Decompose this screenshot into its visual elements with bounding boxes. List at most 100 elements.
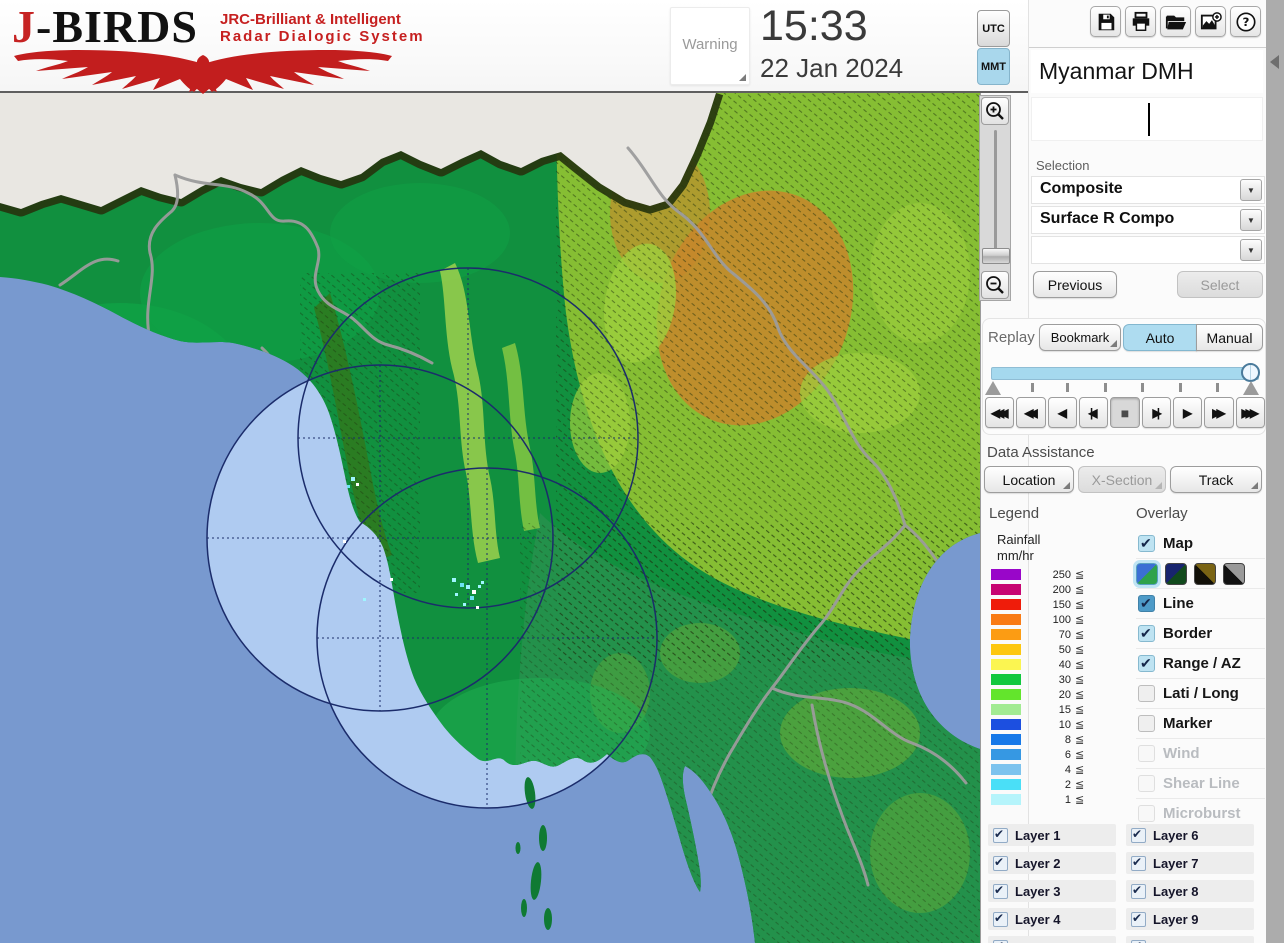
layer-row: ✔Layer 9 — [1126, 908, 1254, 930]
play-button[interactable]: ▶ — [1173, 397, 1202, 428]
overlay-item-label: Lati / Long — [1163, 685, 1239, 702]
layer-checkbox[interactable]: ✔ — [993, 912, 1008, 927]
data-assistance-section: Data Assistance Location X-Section Track — [982, 444, 1266, 500]
select-button[interactable]: Select — [1177, 271, 1263, 298]
map-style-swatch-3[interactable] — [1194, 563, 1216, 585]
print-icon[interactable] — [1125, 6, 1156, 37]
checkbox-marker[interactable] — [1138, 715, 1155, 732]
transport-controls: ◀◀◀◀◀◀|◀■▶|▶▶▶▶▶▶ — [985, 397, 1265, 428]
legend-value: 40 — [1025, 659, 1071, 671]
help-icon[interactable]: ? — [1230, 6, 1261, 37]
selection-dropdown-3[interactable]: ▼ — [1031, 236, 1265, 264]
zoom-out-icon[interactable] — [981, 271, 1009, 299]
zoom-slider-track[interactable] — [994, 130, 997, 260]
zoom-slider-thumb[interactable] — [982, 248, 1010, 264]
jbirds-app: J-BIRDS JRC-Brilliant & Intelligent Rada… — [0, 0, 1284, 943]
timezone-mmt-button[interactable]: MMT — [977, 48, 1010, 85]
overlay-item-label: Border — [1163, 625, 1212, 642]
chevron-down-icon[interactable]: ▼ — [1240, 209, 1262, 231]
replay-section: Replay Bookmark Auto Manual ◀◀◀◀◀◀|◀■▶|▶… — [982, 318, 1266, 435]
replay-slider-track[interactable] — [991, 367, 1259, 380]
timezone-utc-button[interactable]: UTC — [977, 10, 1010, 47]
legend-swatch — [991, 704, 1021, 715]
map-style-swatches — [1136, 558, 1265, 588]
legend-value: 200 — [1025, 584, 1071, 596]
slider-start-marker[interactable] — [985, 381, 1001, 395]
manual-button[interactable]: Manual — [1196, 324, 1263, 351]
chevron-down-icon[interactable]: ▼ — [1240, 179, 1262, 201]
legend-item: 50≦ — [985, 642, 1084, 657]
legend-suffix: ≦ — [1075, 568, 1084, 581]
checkbox-map[interactable]: ✔ — [1138, 535, 1155, 552]
clock-time: 15:33 — [760, 2, 868, 51]
step-back-button[interactable]: |◀ — [1079, 397, 1108, 428]
bookmark-button[interactable]: Bookmark — [1039, 324, 1121, 351]
legend-swatch — [991, 569, 1021, 580]
track-button[interactable]: Track — [1170, 466, 1262, 493]
collapse-panel-icon[interactable] — [1270, 55, 1279, 69]
selection-label: Selection — [1036, 158, 1089, 173]
forward-button[interactable]: ▶▶ — [1204, 397, 1233, 428]
layer-checkbox[interactable]: ✔ — [1131, 856, 1146, 871]
legend-swatch — [991, 644, 1021, 655]
legend-swatch — [991, 629, 1021, 640]
layer-checkbox[interactable]: ✔ — [1131, 912, 1146, 927]
add-image-icon[interactable] — [1195, 6, 1226, 37]
slider-end-marker[interactable] — [1243, 381, 1259, 395]
save-icon[interactable] — [1090, 6, 1121, 37]
chevron-down-icon[interactable]: ▼ — [1240, 239, 1262, 261]
layer-checkbox[interactable]: ✔ — [993, 856, 1008, 871]
checkbox-line[interactable]: ✔ — [1138, 595, 1155, 612]
checkbox-lati-long[interactable] — [1138, 685, 1155, 702]
overlay-item: Lati / Long — [1136, 678, 1265, 708]
layer-row: ✔Layer 6 — [1126, 824, 1254, 846]
eagle-logo-icon — [8, 48, 398, 94]
checkbox-range-az[interactable]: ✔ — [1138, 655, 1155, 672]
radar-map[interactable] — [0, 93, 980, 943]
legend-swatch — [991, 674, 1021, 685]
layer-checkbox[interactable]: ✔ — [1131, 940, 1146, 943]
open-folder-icon[interactable] — [1160, 6, 1191, 37]
legend-suffix: ≦ — [1075, 628, 1084, 641]
legend-value: 15 — [1025, 704, 1071, 716]
previous-button[interactable]: Previous — [1033, 271, 1117, 298]
overlay-item-label: Microburst — [1163, 805, 1241, 822]
layer-checkbox[interactable]: ✔ — [993, 828, 1008, 843]
overlay-item: ✔Line — [1136, 588, 1265, 618]
legend-swatch — [991, 779, 1021, 790]
layer-checkbox[interactable]: ✔ — [993, 940, 1008, 943]
logo-subtitle: JRC-Brilliant & Intelligent Radar Dialog… — [220, 11, 425, 45]
warning-button[interactable]: Warning — [670, 7, 750, 85]
site-input[interactable] — [1031, 97, 1263, 141]
legend-value: 4 — [1025, 764, 1071, 776]
replay-slider-thumb[interactable] — [1241, 363, 1260, 382]
layer-checkbox[interactable]: ✔ — [993, 884, 1008, 899]
legend-value: 6 — [1025, 749, 1071, 761]
stop-button[interactable]: ■ — [1110, 397, 1139, 428]
legend-suffix: ≦ — [1075, 733, 1084, 746]
site-name: Myanmar DMH — [1031, 50, 1263, 93]
location-button[interactable]: Location — [984, 466, 1074, 493]
play-backward-button[interactable]: ◀ — [1048, 397, 1077, 428]
layer-checkbox[interactable]: ✔ — [1131, 828, 1146, 843]
step-forward-button[interactable]: ▶| — [1142, 397, 1171, 428]
checkbox-border[interactable]: ✔ — [1138, 625, 1155, 642]
x-section-button[interactable]: X-Section — [1078, 466, 1166, 493]
check-icon: ✔ — [1132, 939, 1142, 943]
rewind-fast-button[interactable]: ◀◀◀ — [985, 397, 1014, 428]
legend-suffix: ≦ — [1075, 778, 1084, 791]
selection-dropdown-1[interactable]: Composite▼ — [1031, 176, 1265, 204]
selection-dropdown-2[interactable]: Surface R Compo▼ — [1031, 206, 1265, 234]
map-style-swatch-2[interactable] — [1165, 563, 1187, 585]
zoom-in-icon[interactable] — [981, 97, 1009, 125]
forward-fast-button[interactable]: ▶▶▶ — [1236, 397, 1265, 428]
map-style-swatch-4[interactable] — [1223, 563, 1245, 585]
auto-button[interactable]: Auto — [1123, 324, 1197, 351]
map-style-swatch-1[interactable] — [1136, 563, 1158, 585]
layer-checkbox[interactable]: ✔ — [1131, 884, 1146, 899]
legend-title: Rainfall mm/hr — [997, 532, 1040, 564]
rewind-button[interactable]: ◀◀ — [1016, 397, 1045, 428]
layer-row: ✔Layer 8 — [1126, 880, 1254, 902]
layer-label: Layer 2 — [1015, 856, 1061, 871]
legend-swatch — [991, 719, 1021, 730]
